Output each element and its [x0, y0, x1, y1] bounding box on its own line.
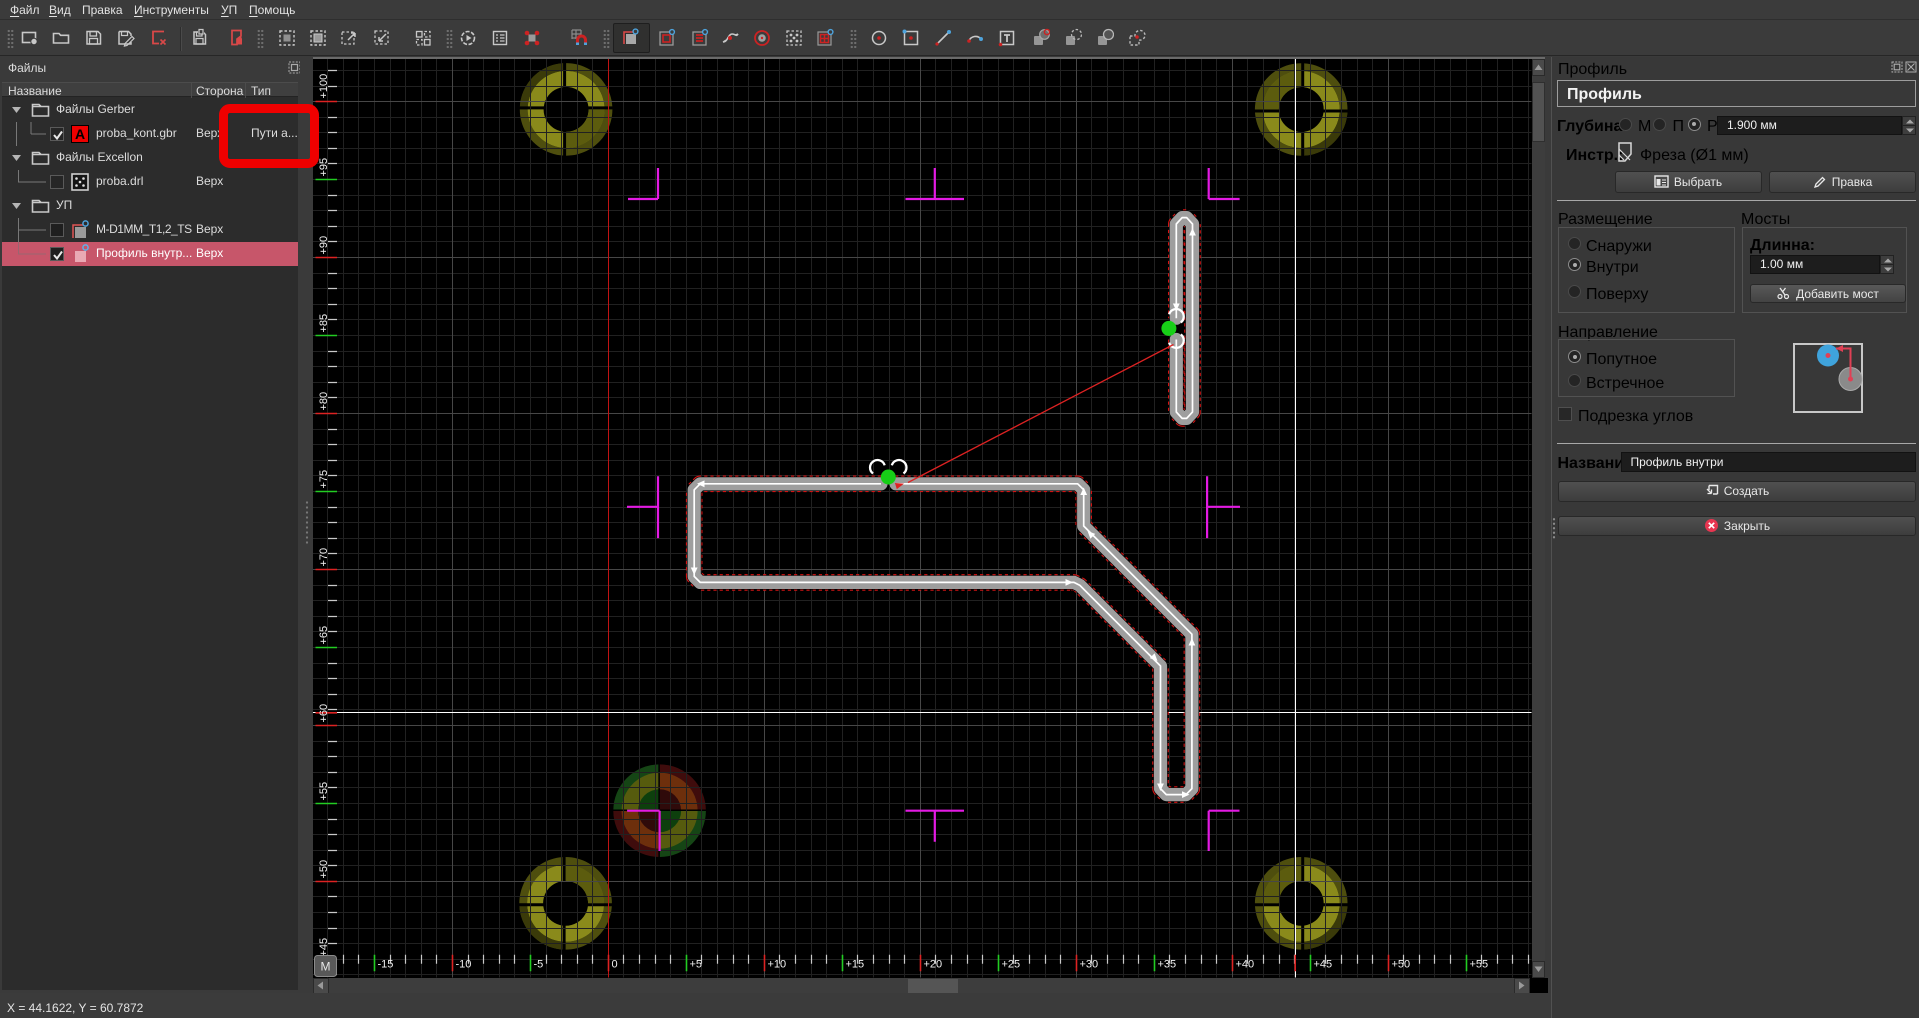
svg-text:+50: +50 [1392, 959, 1411, 971]
svg-text:+60: +60 [318, 704, 330, 723]
svg-text:+30: +30 [1080, 959, 1099, 971]
svg-text:+75: +75 [318, 470, 330, 489]
svg-text:-5: -5 [534, 959, 544, 971]
svg-text:+100: +100 [318, 74, 330, 99]
svg-text:+20: +20 [924, 959, 943, 971]
svg-text:+55: +55 [318, 782, 330, 801]
svg-text:+65: +65 [318, 626, 330, 645]
svg-text:M: M [321, 960, 331, 974]
svg-text:+80: +80 [318, 392, 330, 411]
svg-text:+15: +15 [846, 959, 865, 971]
svg-text:-15: -15 [378, 959, 394, 971]
svg-text:0: 0 [612, 959, 618, 971]
svg-text:+90: +90 [318, 236, 330, 255]
svg-text:+10: +10 [768, 959, 787, 971]
svg-text:+5: +5 [690, 959, 703, 971]
svg-text:+25: +25 [1002, 959, 1021, 971]
svg-text:+35: +35 [1158, 959, 1177, 971]
svg-text:A: A [75, 126, 85, 142]
svg-text:+45: +45 [1314, 959, 1333, 971]
svg-text:+40: +40 [1236, 959, 1255, 971]
svg-text:+95: +95 [318, 158, 330, 177]
svg-text:+85: +85 [318, 314, 330, 333]
svg-text:+45: +45 [318, 938, 330, 957]
svg-text:+50: +50 [318, 860, 330, 879]
svg-text:-10: -10 [456, 959, 472, 971]
svg-text:+55: +55 [1470, 959, 1489, 971]
svg-text:+70: +70 [318, 548, 330, 567]
